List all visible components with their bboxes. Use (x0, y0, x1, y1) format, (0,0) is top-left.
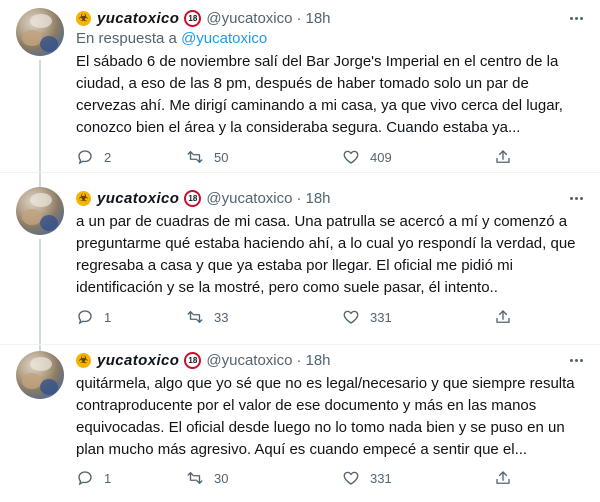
tweet-text-line: identificación y se la mostré, pero como… (76, 279, 498, 296)
tweet-text-line: regresaba a casa y que ya estaba por lle… (76, 257, 513, 274)
biohazard-badge-icon: ☣ (76, 190, 91, 206)
like-button[interactable]: 409 (342, 147, 392, 167)
user-handle[interactable]: @yucatoxico (206, 190, 292, 207)
retweet-icon (187, 311, 203, 323)
tweet-text-line: cervezas ahí. Me dirigí caminando a mi c… (76, 97, 563, 114)
reply-button[interactable]: 2 (76, 147, 111, 167)
age-badge-icon: 18 (184, 189, 202, 207)
biohazard-badge-icon: ☣ (76, 10, 91, 26)
more-icon[interactable] (566, 188, 586, 208)
reply-context: En respuesta a @yucatoxico (76, 30, 267, 47)
tweet-header: ☣ yucatoxico 18 @yucatoxico · 18h (76, 188, 331, 208)
reply-icon (78, 471, 92, 486)
reply-icon (78, 150, 92, 165)
reply-button[interactable]: 1 (76, 307, 111, 327)
share-icon (496, 310, 510, 323)
heart-icon (343, 150, 359, 164)
display-name[interactable]: yucatoxico (97, 10, 179, 27)
share-button[interactable] (494, 468, 522, 488)
tweet-text-line: preguntarme qué estaba haciendo ahí, a l… (76, 235, 576, 252)
heart-icon (343, 471, 359, 485)
user-handle[interactable]: @yucatoxico (206, 352, 292, 369)
thread-line (39, 239, 41, 345)
thread-line (39, 60, 41, 172)
share-button[interactable] (494, 307, 522, 327)
tweet-text-line: ciudad, a eso de las 8 pm, después de ha… (76, 75, 529, 92)
tweet-header: ☣ yucatoxico 18 @yucatoxico · 18h (76, 350, 331, 370)
retweet-button[interactable]: 50 (186, 147, 228, 167)
retweet-count: 30 (214, 470, 229, 486)
retweet-icon (187, 472, 203, 484)
avatar[interactable] (16, 351, 64, 399)
like-count: 409 (370, 149, 392, 165)
action-bar: 1 33 331 (76, 307, 516, 327)
like-button[interactable]: 331 (342, 468, 392, 488)
retweet-count: 33 (214, 309, 229, 325)
reply-count: 1 (104, 309, 112, 325)
more-icon[interactable] (566, 8, 586, 28)
tweet-text-line: conozco bien el área y la consideraba se… (76, 119, 521, 136)
share-icon (496, 471, 510, 484)
retweet-icon (187, 151, 203, 163)
display-name[interactable]: yucatoxico (97, 190, 179, 207)
tweet-header: ☣ yucatoxico 18 @yucatoxico · 18h (76, 8, 331, 28)
retweet-count: 50 (214, 149, 229, 165)
timestamp[interactable]: 18h (305, 10, 330, 27)
thread-line (39, 173, 41, 187)
reply-icon (78, 310, 92, 325)
like-count: 331 (370, 470, 392, 486)
retweet-button[interactable]: 30 (186, 468, 228, 488)
share-icon (496, 150, 510, 163)
tweet[interactable]: ☣ yucatoxico 18 @yucatoxico · 18h quitár… (0, 344, 600, 502)
reply-count: 2 (104, 149, 112, 165)
separator: · (296, 189, 302, 207)
avatar[interactable] (16, 187, 64, 235)
tweet-text-line: a un par de cuadras de mi casa. Una patr… (76, 213, 568, 230)
action-bar: 1 30 331 (76, 468, 516, 488)
tweet[interactable]: ☣ yucatoxico 18 @yucatoxico · 18h a un p… (0, 172, 600, 345)
like-button[interactable]: 331 (342, 307, 392, 327)
timestamp[interactable]: 18h (305, 352, 330, 369)
retweet-button[interactable]: 33 (186, 307, 228, 327)
tweet-text-line: quitármela, algo que yo sé que no es leg… (76, 375, 575, 392)
reply-button[interactable]: 1 (76, 468, 111, 488)
separator: · (296, 351, 302, 369)
tweet-text: quitármela, algo que yo sé que no es leg… (76, 373, 584, 461)
tweet-text-line: plan mucho más agresivo. Aquí es cuando … (76, 441, 528, 458)
tweet-text-line: contraproducente por el valor de ese doc… (76, 397, 537, 414)
more-icon[interactable] (566, 350, 586, 370)
display-name[interactable]: yucatoxico (97, 352, 179, 369)
tweet[interactable]: ☣ yucatoxico 18 @yucatoxico · 18h En res… (0, 0, 600, 172)
heart-icon (343, 310, 359, 324)
share-button[interactable] (494, 147, 522, 167)
age-badge-icon: 18 (184, 351, 202, 369)
tweet-text-line: El sábado 6 de noviembre salí del Bar Jo… (76, 53, 559, 70)
avatar[interactable] (16, 8, 64, 56)
action-bar: 2 50 409 (76, 147, 516, 167)
tweet-text: El sábado 6 de noviembre salí del Bar Jo… (76, 51, 584, 139)
age-badge-icon: 18 (184, 9, 202, 27)
biohazard-badge-icon: ☣ (76, 352, 91, 368)
reply-prefix: En respuesta a (76, 30, 182, 47)
like-count: 331 (370, 309, 392, 325)
reply-mention[interactable]: @yucatoxico (181, 30, 267, 47)
tweet-text-line: equivocadas. El oficial desde luego no l… (76, 419, 565, 436)
reply-count: 1 (104, 470, 112, 486)
separator: · (296, 9, 302, 27)
tweet-text: a un par de cuadras de mi casa. Una patr… (76, 211, 584, 299)
user-handle[interactable]: @yucatoxico (206, 10, 292, 27)
timestamp[interactable]: 18h (305, 190, 330, 207)
